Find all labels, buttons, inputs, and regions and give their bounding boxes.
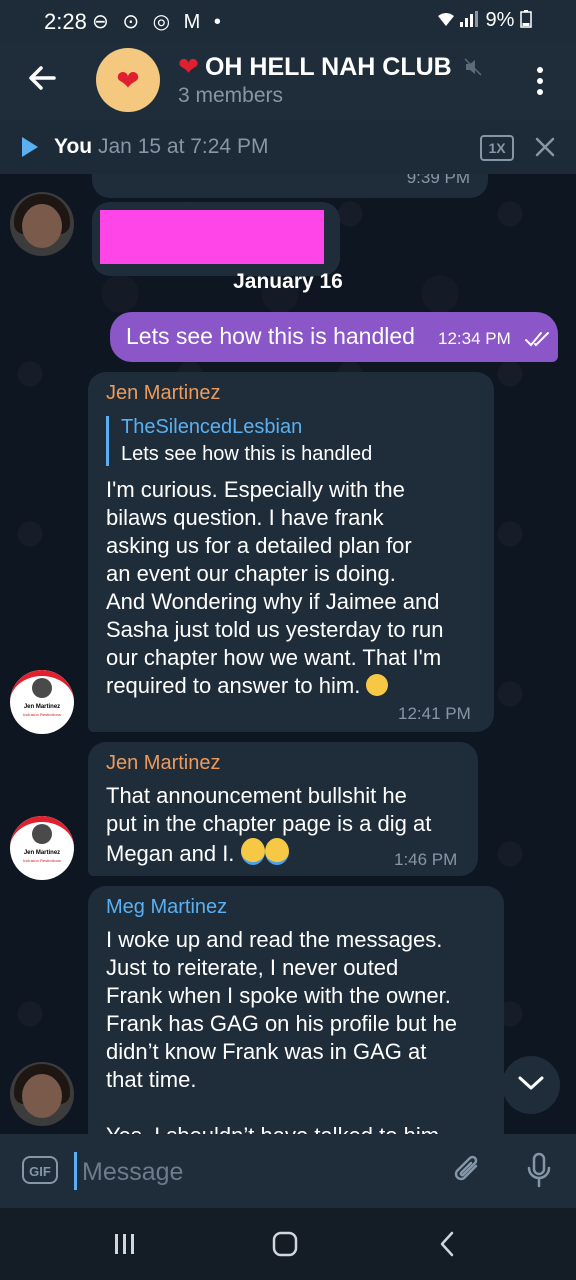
message-time: 1:46 PM	[394, 850, 458, 869]
message-text: I'm curious. Especially with the bilaws …	[106, 477, 444, 698]
quote-text: Lets see how this is handled	[121, 443, 373, 465]
battery-icon	[520, 9, 532, 31]
close-icon[interactable]	[534, 136, 556, 158]
heart-emoji: ❤	[178, 53, 199, 81]
group-avatar[interactable]: ❤	[96, 48, 160, 112]
message-text: I woke up and read the messages. Just to…	[106, 927, 457, 1134]
home-icon[interactable]	[272, 1230, 298, 1258]
chevron-down-icon	[518, 1075, 544, 1096]
notification-icons: ⊖ ⊙ ◎ M •	[92, 11, 225, 33]
status-bar: 2:28 ⊖ ⊙ ◎ M • 9%	[0, 0, 576, 42]
laughing-emoji-icon	[264, 838, 289, 865]
recent-apps-icon[interactable]	[112, 1232, 138, 1256]
chat-area[interactable]: 9:39 PM January 16 Lets see how this is …	[0, 174, 576, 1134]
read-checkmarks-icon	[524, 330, 554, 348]
audio-date: Jan 15 at 7:24 PM	[98, 135, 269, 158]
message-text: That announcement bullshit he put in the…	[106, 783, 432, 866]
message-input-bar: GIF	[0, 1134, 576, 1208]
avatar[interactable]: Jen Martinez Inclusion Restrictions	[10, 670, 74, 734]
sender-name[interactable]: Meg Martinez	[106, 896, 227, 919]
message-bubble[interactable]	[92, 202, 340, 276]
wifi-signal-icon	[436, 9, 486, 31]
confused-face-emoji-icon	[366, 674, 389, 696]
audio-sender: You	[54, 135, 93, 158]
play-icon[interactable]	[20, 136, 40, 158]
back-arrow-icon[interactable]	[22, 58, 62, 98]
message-time: 12:34 PM	[438, 329, 511, 348]
playback-speed-button[interactable]: 1X	[480, 135, 514, 161]
avatar[interactable]	[10, 1062, 74, 1126]
gif-button[interactable]: GIF	[22, 1156, 58, 1184]
microphone-icon[interactable]	[524, 1152, 554, 1190]
text-cursor	[74, 1152, 77, 1190]
incoming-message[interactable]: Jen Martinez TheSilencedLesbian Lets see…	[88, 372, 494, 732]
battery-percent: 9%	[436, 9, 532, 32]
sender-name[interactable]: Jen Martinez	[106, 382, 221, 405]
member-count: 3 members	[178, 84, 284, 107]
mute-icon	[464, 58, 482, 76]
message-bubble[interactable]: 9:39 PM	[92, 174, 488, 198]
system-nav-bar	[0, 1208, 576, 1280]
more-options-icon[interactable]	[530, 64, 550, 98]
incoming-message[interactable]: Meg Martinez I woke up and read the mess…	[88, 886, 504, 1134]
attach-icon[interactable]	[452, 1154, 484, 1188]
status-time: 2:28	[44, 9, 87, 34]
avatar[interactable]: Jen Martinez Inclusion Restrictions	[10, 816, 74, 880]
message-input[interactable]	[80, 1151, 444, 1193]
incoming-message[interactable]: Jen Martinez That announcement bullshit …	[88, 742, 478, 876]
message-time: 12:41 PM	[398, 704, 471, 723]
message-text: Lets see how this is handled	[126, 323, 415, 349]
group-title[interactable]: ❤ OH HELL NAH CLUB	[178, 52, 452, 82]
avatar[interactable]	[10, 192, 74, 256]
scroll-down-button[interactable]	[502, 1056, 560, 1114]
date-separator: January 16	[233, 270, 343, 293]
laughing-emoji-icon	[240, 838, 265, 865]
reply-quote[interactable]: TheSilencedLesbian Lets see how this is …	[106, 416, 372, 466]
back-icon[interactable]	[436, 1230, 458, 1258]
chat-header: ❤ ❤ OH HELL NAH CLUB 3 members	[0, 42, 576, 120]
audio-player-bar[interactable]: You Jan 15 at 7:24 PM 1X	[0, 120, 576, 175]
heart-icon: ❤	[116, 64, 140, 96]
redacted-block	[100, 210, 324, 264]
quote-author: TheSilencedLesbian	[121, 416, 303, 438]
sender-name[interactable]: Jen Martinez	[106, 752, 221, 775]
message-time: 9:39 PM	[406, 174, 470, 187]
outgoing-message[interactable]: Lets see how this is handled 12:34 PM	[110, 312, 558, 362]
